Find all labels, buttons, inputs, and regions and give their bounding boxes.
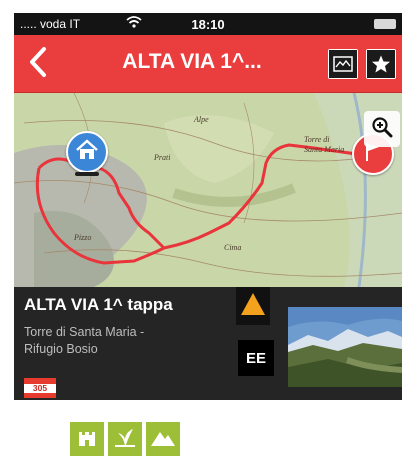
route-from: Torre di Santa Maria - [24,325,145,339]
star-icon [367,50,395,78]
battery-icon [374,19,396,29]
route-description: Torre di Santa Maria - Rifugio Bosio [24,324,224,358]
map-place-label: Santa Maria [304,145,345,154]
chevron-left-icon[interactable] [28,45,48,84]
status-bar: ..... voda IT 18:10 [14,13,402,35]
plant-icon [113,426,137,453]
difficulty-indicator [236,287,270,325]
home-icon [75,138,99,166]
clock: 18:10 [191,17,225,32]
activity-flora[interactable] [108,422,142,456]
route-map[interactable]: Torre di Santa Maria Alpe Prati Pizzo Ci… [14,93,402,287]
map-place-label: Torre di [304,135,330,144]
activity-bar [14,400,402,460]
elevation-chart-icon [329,50,357,78]
map-place-label: Alpe [194,115,209,124]
page-title: ALTA VIA 1^... [122,50,262,73]
difficulty-grade: EE [238,340,274,376]
route-photo[interactable] [288,307,402,387]
activity-castle[interactable] [70,422,104,456]
zoom-in-button[interactable] [364,111,400,147]
route-info-card[interactable]: ALTA VIA 1^ tappa Torre di Santa Maria -… [14,287,402,400]
start-pin-shadow [75,172,99,176]
activity-mountain[interactable] [146,422,180,456]
map-place-label: Cima [224,243,242,252]
trail-number: 305 [24,383,56,393]
castle-icon [76,426,98,453]
start-pin[interactable] [66,131,108,173]
map-place-label: Prati [154,153,171,162]
nav-bar: ALTA VIA 1^... [14,35,402,93]
map-place-label: Pizzo [74,233,92,242]
elevation-profile-button[interactable] [328,49,358,79]
mountain-icon [150,426,176,453]
favorite-button[interactable] [366,49,396,79]
route-to: Rifugio Bosio [24,342,98,356]
trail-number-badge: 305 [24,378,56,398]
warning-triangle-icon [239,291,267,322]
route-name: ALTA VIA 1^ tappa [24,295,173,314]
zoom-in-icon [371,116,393,143]
